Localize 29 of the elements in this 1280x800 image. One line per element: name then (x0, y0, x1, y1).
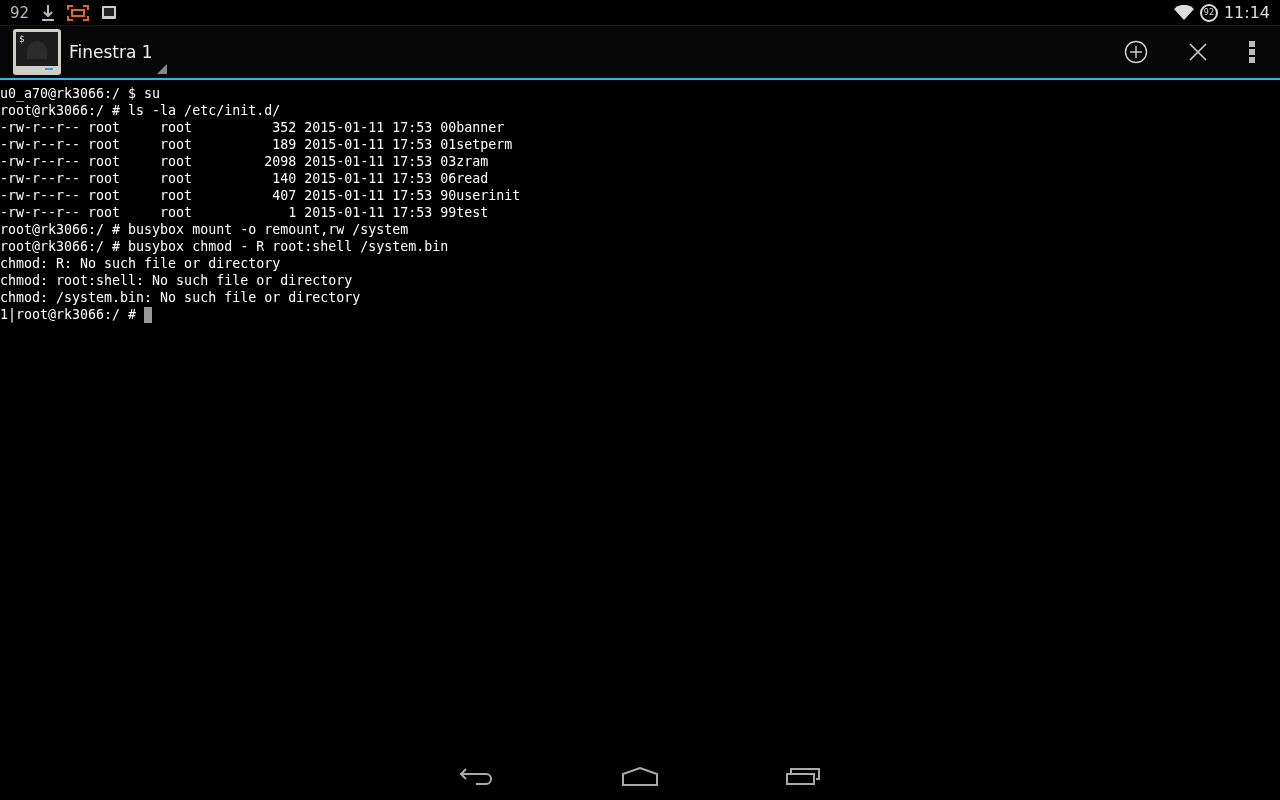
terminal-line: -rw-r--r-- root root 352 2015-01-11 17:53 00banner (0, 119, 506, 136)
screenshot-icon (67, 4, 90, 21)
terminal-line: root@rk3066:/ # busybox mount -o remount,rw /system (0, 221, 410, 238)
terminal-line: chmod: R: No such file or directory (0, 255, 282, 272)
terminal-line: u0_a70@rk3066:/ $ su (0, 85, 162, 102)
terminal-app-icon[interactable]: $ (13, 29, 61, 75)
terminal-line: -rw-r--r-- root root 407 2015-01-11 17:53 90userinit (0, 187, 522, 204)
terminal-line: -rw-r--r-- root root 2098 2015-01-11 17:53 03zram (0, 153, 490, 170)
terminal-line: -rw-r--r-- root root 189 2015-01-11 17:53 01setperm (0, 136, 514, 153)
text-cursor (144, 306, 153, 323)
recent-apps-icon[interactable] (786, 767, 820, 785)
terminal-line: chmod: root:shell: No such file or directory (0, 272, 354, 289)
terminal-prompt: 1|root@rk3066:/ # (0, 306, 138, 323)
back-icon[interactable] (460, 767, 494, 785)
wifi-icon (1173, 5, 1194, 20)
terminal-line: root@rk3066:/ # ls -la /etc/init.d/ (0, 102, 282, 119)
terminal-line: -rw-r--r-- root root 1 2015-01-11 17:53 99test (0, 204, 490, 221)
terminal-line: -rw-r--r-- root root 140 2015-01-11 17:53 06read (0, 170, 490, 187)
clock: 11:14 (1223, 3, 1270, 22)
window-selector[interactable]: Finestra 1 (61, 28, 167, 76)
home-icon[interactable] (622, 766, 658, 786)
add-icon[interactable] (1124, 40, 1148, 64)
battery-indicator: 92 (1199, 3, 1218, 22)
terminal-line: root@rk3066:/ # busybox chmod - R root:shell /system.bin (0, 238, 450, 255)
terminal-line: chmod: /system.bin: No such file or directory (0, 289, 362, 306)
notification-count: 92 (10, 3, 30, 22)
menu-icon[interactable] (1248, 41, 1256, 63)
close-icon[interactable] (1188, 42, 1208, 62)
download-icon (41, 3, 56, 22)
